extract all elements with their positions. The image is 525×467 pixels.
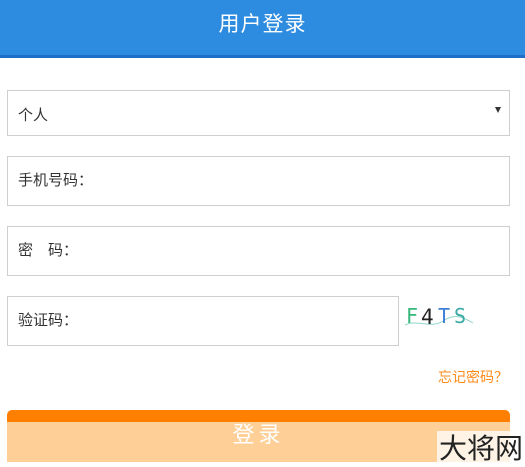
captcha-char: 4 bbox=[421, 305, 434, 329]
header-bar: 用户登录 bbox=[0, 0, 525, 58]
forgot-password-link[interactable]: 忘记密码？ bbox=[438, 368, 508, 388]
login-page: 用户登录 个人 手机号码： 密 码： 验证码： F 4 T S 忘记密码？ 登录… bbox=[0, 0, 525, 467]
captcha-char: T bbox=[438, 304, 450, 328]
captcha-char: S bbox=[454, 304, 466, 328]
page-title: 用户登录 bbox=[218, 12, 307, 36]
captcha-char: F bbox=[406, 304, 418, 328]
watermark-text: 大将网 bbox=[436, 431, 525, 467]
login-button-label: 登录 bbox=[232, 423, 285, 448]
password-field[interactable]: 密 码： bbox=[7, 226, 510, 276]
login-button[interactable]: 登录 bbox=[7, 410, 510, 462]
password-input[interactable] bbox=[8, 227, 509, 275]
account-type-value: 个人 bbox=[18, 106, 49, 124]
captcha-image[interactable]: F 4 T S bbox=[403, 299, 475, 335]
captcha-input[interactable] bbox=[8, 297, 398, 345]
account-type-select[interactable]: 个人 bbox=[7, 90, 510, 136]
dropdown-arrow-icon bbox=[495, 107, 501, 113]
captcha-field[interactable]: 验证码： bbox=[7, 296, 399, 346]
phone-input[interactable] bbox=[8, 157, 509, 205]
phone-field[interactable]: 手机号码： bbox=[7, 156, 510, 206]
